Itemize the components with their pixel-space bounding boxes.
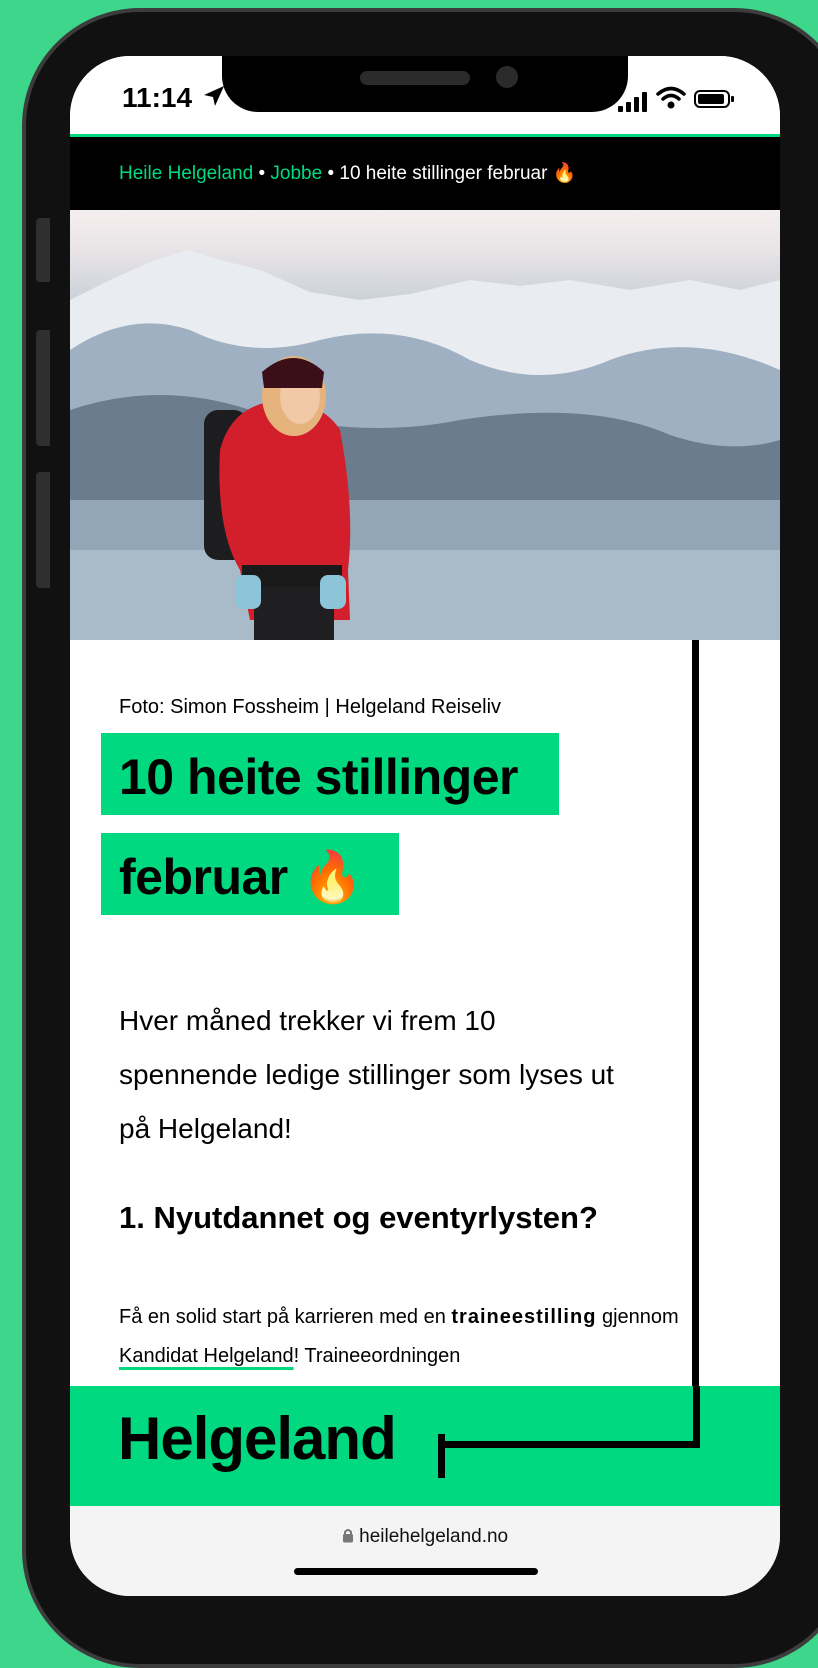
lock-icon — [342, 1526, 359, 1547]
paragraph-text: ! Traineeordningen — [293, 1345, 461, 1367]
footer-brand-banner: Helgeland — [70, 1386, 780, 1506]
breadcrumb-separator: • — [327, 163, 335, 184]
home-indicator[interactable] — [294, 1568, 538, 1575]
volume-up-button — [36, 330, 50, 446]
paragraph-emphasis: traineestilling — [451, 1306, 597, 1328]
mute-switch — [36, 218, 50, 282]
paragraph-text: Få en solid start på karrieren med en — [119, 1306, 446, 1328]
url-display[interactable]: heilehelgeland.no — [70, 1526, 780, 1548]
breadcrumb: Heile Helgeland • Jobbe • 10 heite still… — [70, 137, 780, 210]
battery-icon — [694, 90, 734, 108]
breadcrumb-trail: Heile Helgeland • Jobbe • 10 heite still… — [119, 161, 576, 185]
signal-icon — [618, 92, 650, 112]
front-camera — [496, 66, 518, 88]
brand-connector — [693, 1386, 700, 1448]
wifi-icon — [656, 86, 686, 110]
photo-caption: Foto: Simon Fossheim | Helgeland Reiseli… — [119, 696, 502, 718]
paragraph-text: gjennom — [601, 1306, 679, 1328]
article-paragraph: Få en solid start på karrieren med en tr… — [119, 1298, 679, 1376]
kandidat-helgeland-link[interactable]: Kandidat Helgeland — [119, 1345, 294, 1367]
brand-line — [438, 1441, 700, 1448]
speaker — [360, 71, 470, 85]
brand-wordmark: Helgeland — [118, 1405, 397, 1472]
phone-screen: 11:14 Heile Helgeland • Jobbe • 10 heite… — [70, 56, 780, 1596]
volume-down-button — [36, 472, 50, 588]
breadcrumb-link-heile-helgeland[interactable]: Heile Helgeland — [119, 163, 253, 184]
location-arrow-icon — [202, 84, 226, 115]
breadcrumb-link-jobbe[interactable]: Jobbe — [270, 163, 322, 184]
breadcrumb-separator: • — [258, 163, 266, 184]
article-title-line-2: februar 🔥 — [119, 849, 363, 905]
status-time: 11:14 — [122, 82, 193, 113]
article-intro: Hver måned trekker vi frem 10 spennende … — [119, 1005, 614, 1144]
breadcrumb-current: 10 heite stillinger februar 🔥 — [339, 163, 577, 184]
hero-image — [70, 210, 780, 640]
decorative-vertical-line — [692, 640, 699, 1446]
notch — [222, 56, 628, 112]
url-text: heilehelgeland.no — [359, 1526, 509, 1547]
section-heading: 1. Nyutdannet og eventyrlysten? — [119, 1200, 598, 1235]
browser-address-bar[interactable]: heilehelgeland.no — [70, 1506, 780, 1596]
article-title-line-1: 10 heite stillinger — [119, 749, 518, 805]
